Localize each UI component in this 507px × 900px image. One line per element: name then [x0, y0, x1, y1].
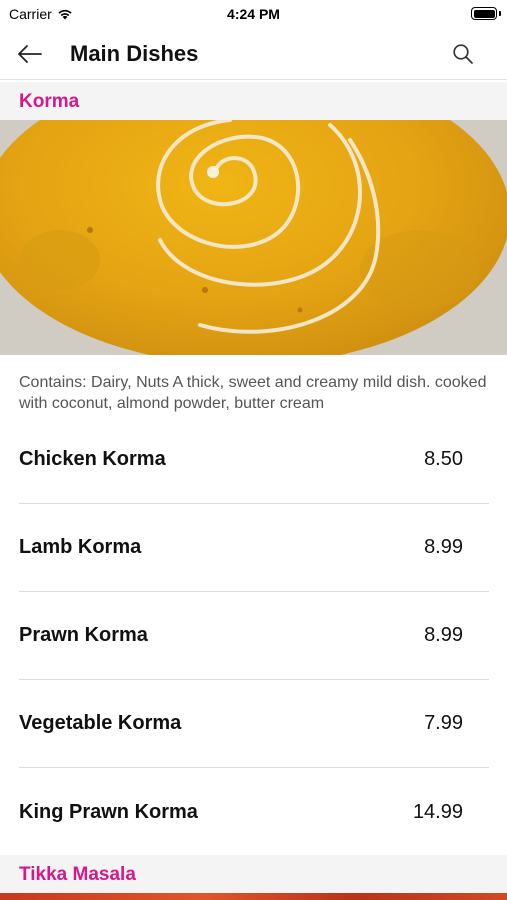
search-button[interactable] — [449, 40, 477, 68]
item-name: Lamb Korma — [19, 536, 142, 558]
page-title: Main Dishes — [70, 41, 199, 66]
item-price: 14.99 — [412, 800, 463, 823]
korma-dish-image — [0, 120, 507, 355]
status-bar: Carrier 4:24 PM — [0, 0, 507, 28]
back-button[interactable] — [14, 40, 46, 68]
menu-item-king-prawn-korma[interactable]: King Prawn Korma 14.99 — [19, 768, 489, 856]
item-price: 8.99 — [424, 536, 463, 558]
arrow-left-icon — [18, 45, 42, 63]
status-time: 4:24 PM — [227, 6, 280, 22]
item-price: 8.50 — [424, 448, 463, 470]
menu-item-chicken-korma[interactable]: Chicken Korma 8.50 — [19, 416, 489, 504]
battery-icon — [471, 7, 497, 20]
tikka-masala-dish-image — [0, 893, 507, 900]
item-name: Prawn Korma — [19, 624, 148, 646]
item-name: King Prawn Korma — [19, 800, 198, 823]
korma-curry-picture — [0, 120, 507, 355]
menu-item-lamb-korma[interactable]: Lamb Korma 8.99 — [19, 504, 489, 592]
search-icon — [453, 44, 473, 64]
dish-description: Contains: Dairy, Nuts A thick, sweet and… — [19, 374, 487, 412]
section-title: Tikka Masala — [19, 864, 136, 885]
battery-tip — [499, 11, 501, 16]
nav-bar: Main Dishes — [0, 28, 507, 80]
item-price: 7.99 — [424, 712, 463, 734]
menu-item-vegetable-korma[interactable]: Vegetable Korma 7.99 — [19, 680, 489, 768]
section-header-tikka-masala: Tikka Masala — [0, 855, 507, 893]
item-name: Chicken Korma — [19, 448, 166, 470]
item-price: 8.99 — [424, 624, 463, 646]
section-header-korma: Korma — [0, 82, 507, 120]
menu-item-prawn-korma[interactable]: Prawn Korma 8.99 — [19, 592, 489, 680]
item-name: Vegetable Korma — [19, 712, 182, 734]
section-title: Korma — [19, 91, 80, 112]
